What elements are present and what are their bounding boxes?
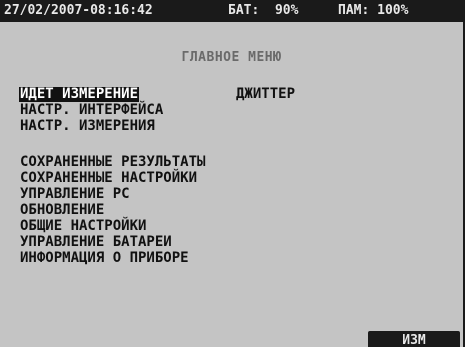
datetime-readout: 27/02/2007-08:16:42 <box>4 3 153 18</box>
menu-item-update[interactable]: ОБНОВЛЕНИЕ <box>20 203 104 218</box>
softkey-change-button[interactable]: ИЗМ <box>368 331 460 347</box>
memory-readout: ПАМ: 100% <box>338 3 409 18</box>
menu-item-measurement-running[interactable]: ИДЕТ ИЗМЕРЕНИЕ <box>19 87 140 102</box>
menu-item-saved-settings[interactable]: СОХРАНЕННЫЕ НАСТРОЙКИ <box>20 171 197 186</box>
page-title: ГЛАВНОЕ МЕНЮ <box>181 50 282 65</box>
menu-item-pc-control[interactable]: УПРАВЛЕНИЕ PC <box>20 187 130 202</box>
menu-item-interface-settings[interactable]: НАСТР. ИНТЕРФЕЙСА <box>20 103 163 118</box>
menu-item-general-settings[interactable]: ОБЩИЕ НАСТРОЙКИ <box>20 219 146 234</box>
battery-readout: БАТ: 90% <box>228 3 299 18</box>
menu-item-device-info[interactable]: ИНФОРМАЦИЯ О ПРИБОРЕ <box>20 251 189 266</box>
menu-item-battery-management[interactable]: УПРАВЛЕНИЕ БАТАРЕИ <box>20 235 172 250</box>
measurement-mode-value: ДЖИТТЕР <box>236 86 296 102</box>
menu-item-measurement-settings[interactable]: НАСТР. ИЗМЕРЕНИЯ <box>20 119 155 134</box>
status-bar: 27/02/2007-08:16:42 БАТ: 90% ПАМ: 100% <box>0 0 463 22</box>
device-screen: 27/02/2007-08:16:42 БАТ: 90% ПАМ: 100% Г… <box>0 0 465 347</box>
menu-item-saved-results[interactable]: СОХРАНЕННЫЕ РЕЗУЛЬТАТЫ <box>20 155 205 170</box>
